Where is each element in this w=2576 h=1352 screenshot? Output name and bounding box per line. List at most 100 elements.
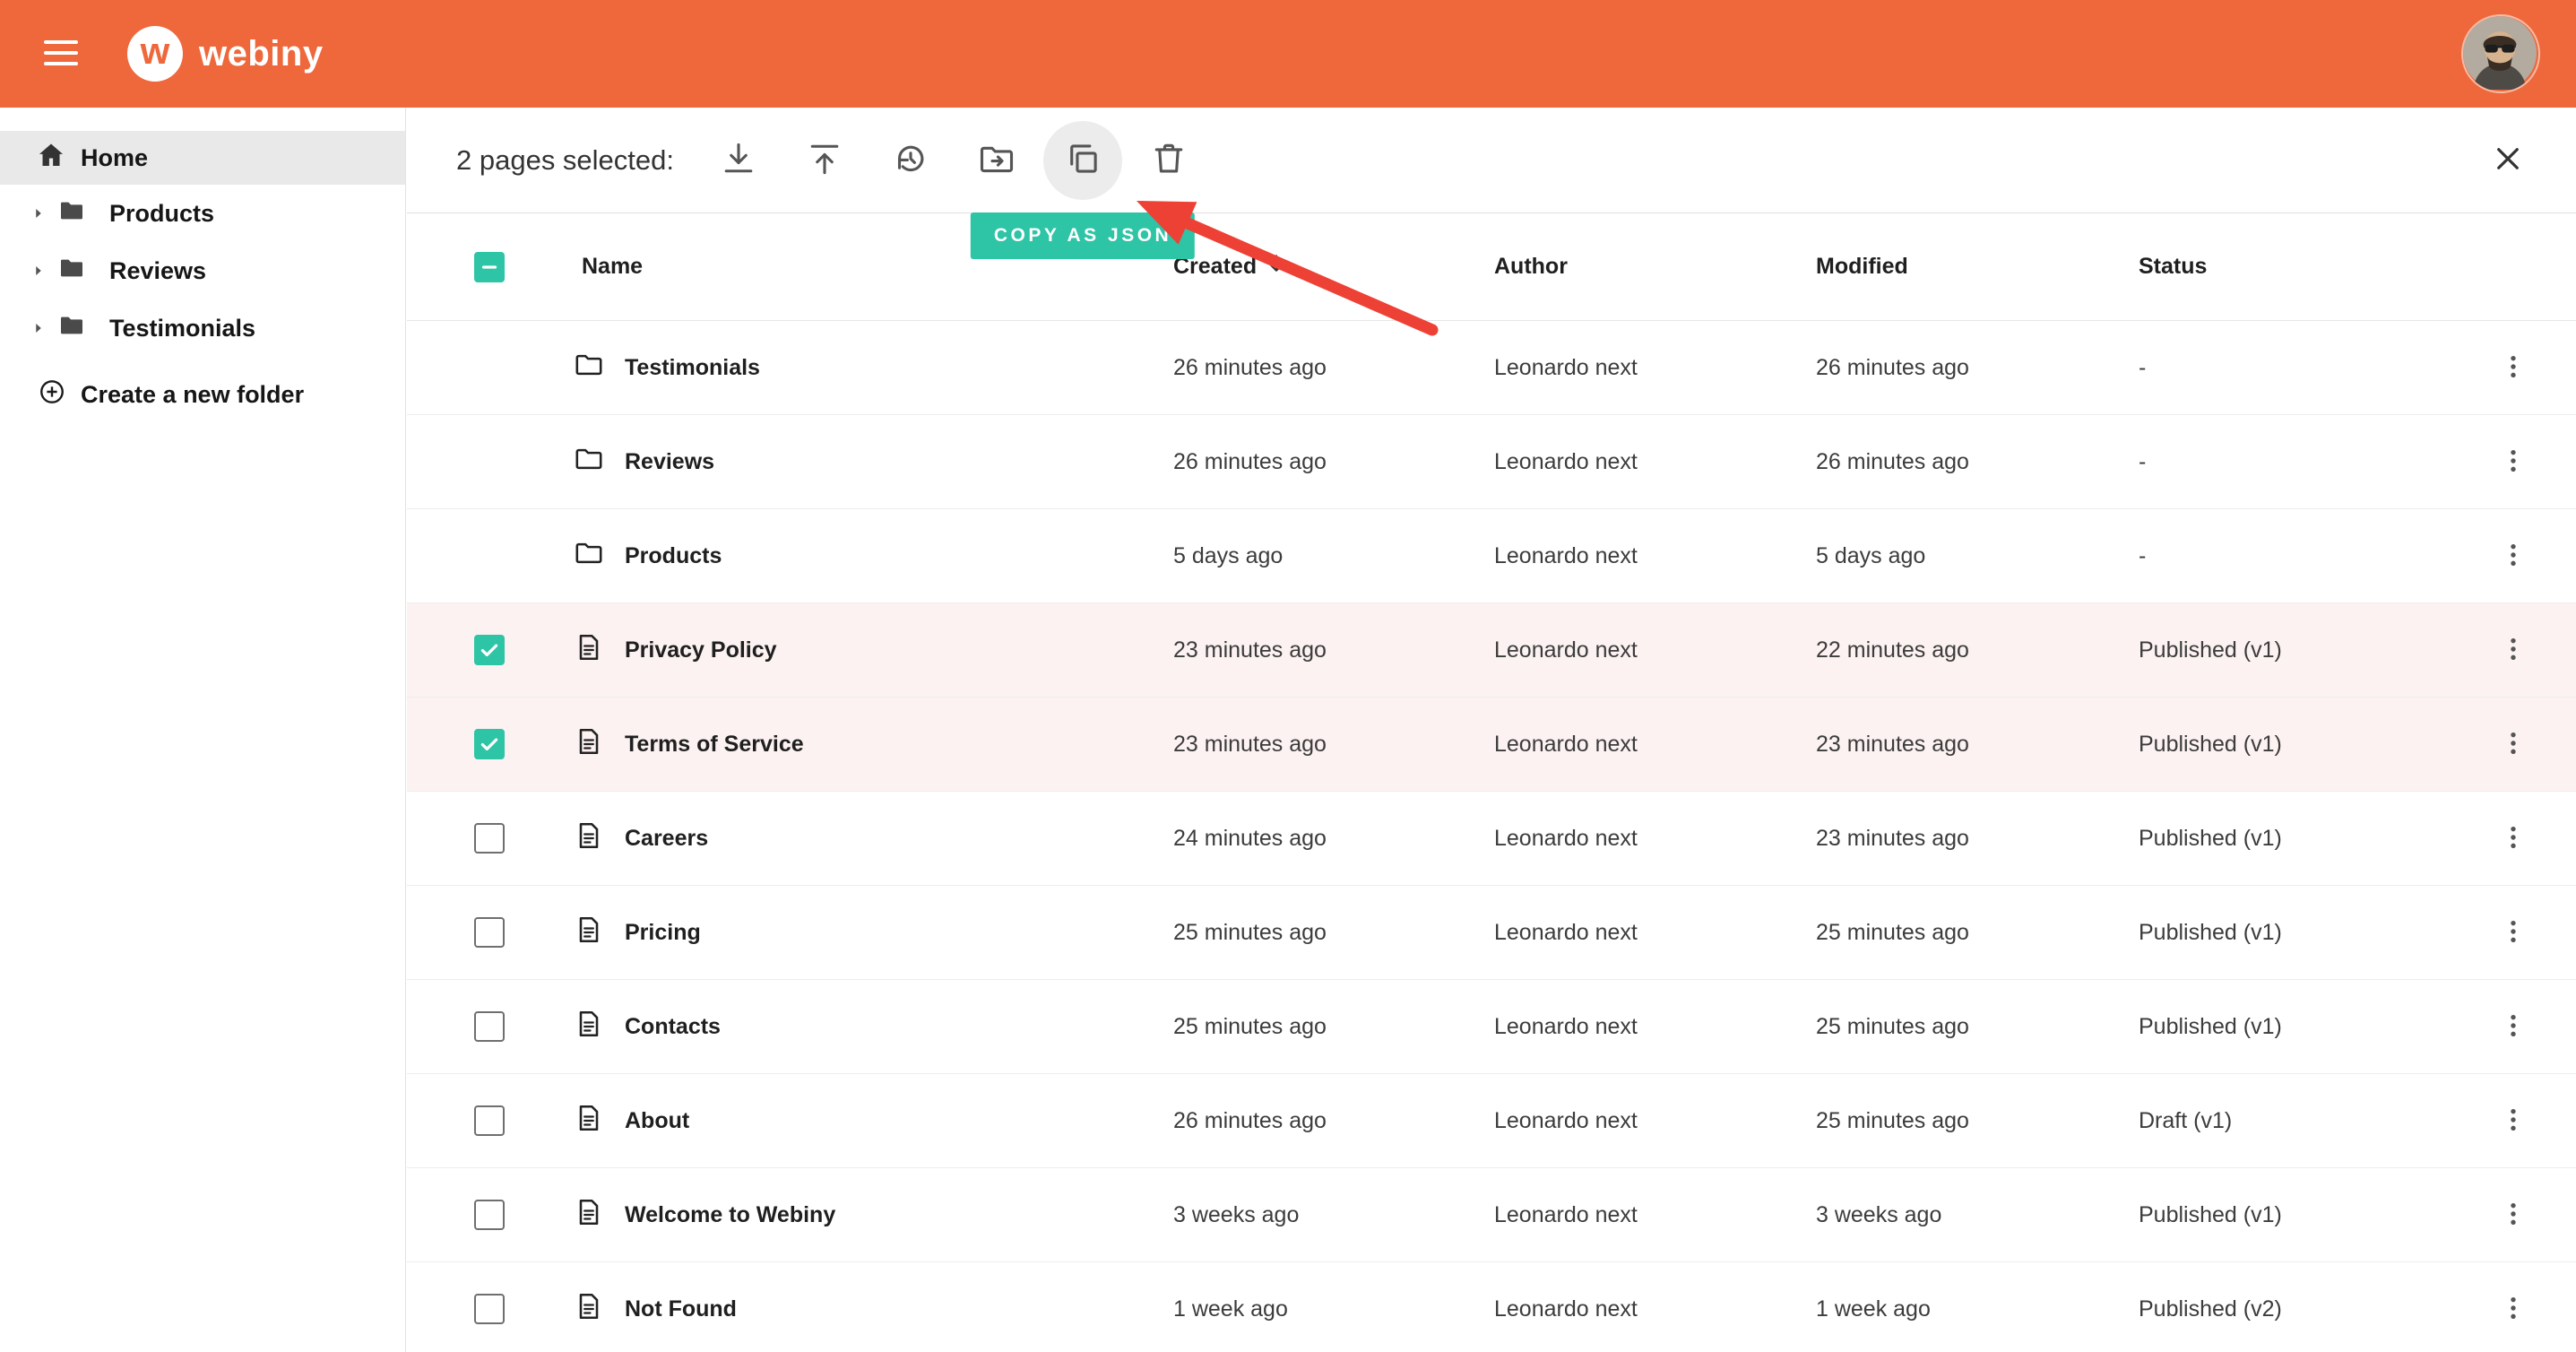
row-author: Leonardo next xyxy=(1494,1296,1816,1322)
row-created: 23 minutes ago xyxy=(1173,637,1494,663)
row-modified: 26 minutes ago xyxy=(1816,449,2139,475)
row-status: Published (v1) xyxy=(2139,1014,2486,1040)
table-row[interactable]: Privacy Policy 23 minutes ago Leonardo n… xyxy=(407,603,2576,698)
restore-button[interactable] xyxy=(871,121,950,200)
column-header-created[interactable]: Created xyxy=(1173,251,1494,282)
row-name: Pricing xyxy=(625,920,701,946)
row-modified: 25 minutes ago xyxy=(1816,920,2139,946)
table-row[interactable]: Testimonials 26 minutes ago Leonardo nex… xyxy=(407,321,2576,415)
download-button[interactable] xyxy=(699,121,778,200)
page-icon xyxy=(573,631,605,670)
row-checkbox[interactable] xyxy=(474,823,505,854)
row-checkbox[interactable] xyxy=(474,1294,505,1324)
create-folder-label: Create a new folder xyxy=(81,381,304,409)
row-created: 24 minutes ago xyxy=(1173,826,1494,852)
upload-button[interactable] xyxy=(785,121,864,200)
page-icon xyxy=(573,725,605,764)
row-name: Careers xyxy=(625,826,708,852)
row-created: 25 minutes ago xyxy=(1173,920,1494,946)
row-checkbox[interactable] xyxy=(474,1200,505,1230)
webiny-logo-icon: w xyxy=(127,26,183,82)
sidebar-item-testimonials[interactable]: Testimonials xyxy=(0,299,405,357)
folder-sidebar: Home Products Reviews xyxy=(0,108,406,1352)
row-checkbox[interactable] xyxy=(474,917,505,948)
row-options-button[interactable] xyxy=(2493,723,2534,767)
row-name: Terms of Service xyxy=(625,732,804,758)
row-checkbox[interactable] xyxy=(474,729,505,759)
sidebar-item-products[interactable]: Products xyxy=(0,185,405,242)
row-status: Published (v1) xyxy=(2139,732,2486,758)
chevron-right-icon[interactable] xyxy=(29,204,48,223)
row-status: - xyxy=(2139,355,2486,381)
row-name: Products xyxy=(625,543,722,569)
hamburger-menu-button[interactable] xyxy=(36,29,86,79)
delete-button[interactable] xyxy=(1129,121,1208,200)
row-modified: 22 minutes ago xyxy=(1816,637,2139,663)
row-options-button[interactable] xyxy=(2493,1287,2534,1331)
kebab-menu-icon xyxy=(2498,1199,2528,1232)
row-name: About xyxy=(625,1108,689,1134)
table-row[interactable]: Pricing 25 minutes ago Leonardo next 25 … xyxy=(407,886,2576,980)
row-status: Published (v1) xyxy=(2139,826,2486,852)
copy-as-json-tooltip: COPY AS JSON xyxy=(971,212,1195,259)
table-row[interactable]: About 26 minutes ago Leonardo next 25 mi… xyxy=(407,1074,2576,1168)
chevron-right-icon[interactable] xyxy=(29,318,48,338)
download-icon xyxy=(719,139,758,181)
row-options-button[interactable] xyxy=(2493,817,2534,861)
column-header-status: Status xyxy=(2139,254,2486,280)
row-options-button[interactable] xyxy=(2493,1193,2534,1237)
copy-as-json-button[interactable]: COPY AS JSON xyxy=(1043,121,1122,200)
sidebar-item-reviews[interactable]: Reviews xyxy=(0,242,405,299)
table-row[interactable]: Reviews 26 minutes ago Leonardo next 26 … xyxy=(407,415,2576,509)
row-author: Leonardo next xyxy=(1494,826,1816,852)
row-status: Published (v1) xyxy=(2139,920,2486,946)
sidebar-item-home[interactable]: Home xyxy=(0,131,405,185)
table-row[interactable]: Careers 24 minutes ago Leonardo next 23 … xyxy=(407,792,2576,886)
row-author: Leonardo next xyxy=(1494,637,1816,663)
kebab-menu-icon xyxy=(2498,1105,2528,1138)
column-header-author: Author xyxy=(1494,254,1816,280)
row-name: Testimonials xyxy=(625,355,760,381)
move-to-folder-icon xyxy=(977,139,1016,181)
close-selection-button[interactable] xyxy=(2481,134,2535,187)
row-checkbox[interactable] xyxy=(474,635,505,665)
row-name: Not Found xyxy=(625,1296,737,1322)
kebab-menu-icon xyxy=(2498,822,2528,855)
row-options-button[interactable] xyxy=(2493,1005,2534,1049)
row-options-button[interactable] xyxy=(2493,628,2534,672)
page-icon xyxy=(573,819,605,858)
row-created: 1 week ago xyxy=(1173,1296,1494,1322)
row-options-button[interactable] xyxy=(2493,440,2534,484)
row-options-button[interactable] xyxy=(2493,534,2534,578)
row-options-button[interactable] xyxy=(2493,346,2534,390)
table-row[interactable]: Contacts 25 minutes ago Leonardo next 25… xyxy=(407,980,2576,1074)
table-row[interactable]: Products 5 days ago Leonardo next 5 days… xyxy=(407,509,2576,603)
close-icon xyxy=(2491,142,2525,178)
row-modified: 23 minutes ago xyxy=(1816,826,2139,852)
folder-icon xyxy=(57,311,86,346)
row-checkbox[interactable] xyxy=(474,1011,505,1042)
row-options-button[interactable] xyxy=(2493,911,2534,955)
row-created: 26 minutes ago xyxy=(1173,1108,1494,1134)
sidebar-item-label: Reviews xyxy=(109,257,206,285)
create-new-folder-button[interactable]: Create a new folder xyxy=(0,366,405,423)
bulk-action-toolbar: COPY AS JSON xyxy=(699,121,1208,200)
row-options-button[interactable] xyxy=(2493,1099,2534,1143)
chevron-right-icon[interactable] xyxy=(29,261,48,281)
row-author: Leonardo next xyxy=(1494,1108,1816,1134)
row-name: Welcome to Webiny xyxy=(625,1202,835,1228)
folder-icon xyxy=(57,196,86,231)
table-row[interactable]: Not Found 1 week ago Leonardo next 1 wee… xyxy=(407,1262,2576,1352)
table-row[interactable]: Terms of Service 23 minutes ago Leonardo… xyxy=(407,698,2576,792)
kebab-menu-icon xyxy=(2498,916,2528,949)
row-status: Draft (v1) xyxy=(2139,1108,2486,1134)
move-to-folder-button[interactable] xyxy=(957,121,1036,200)
user-avatar[interactable] xyxy=(2461,14,2540,93)
table-row[interactable]: Welcome to Webiny 3 weeks ago Leonardo n… xyxy=(407,1168,2576,1262)
top-bar: w webiny xyxy=(0,0,2576,108)
select-all-checkbox[interactable] xyxy=(474,252,505,282)
kebab-menu-icon xyxy=(2498,634,2528,667)
row-status: - xyxy=(2139,543,2486,569)
webiny-brand[interactable]: w webiny xyxy=(127,26,324,82)
row-checkbox[interactable] xyxy=(474,1105,505,1136)
